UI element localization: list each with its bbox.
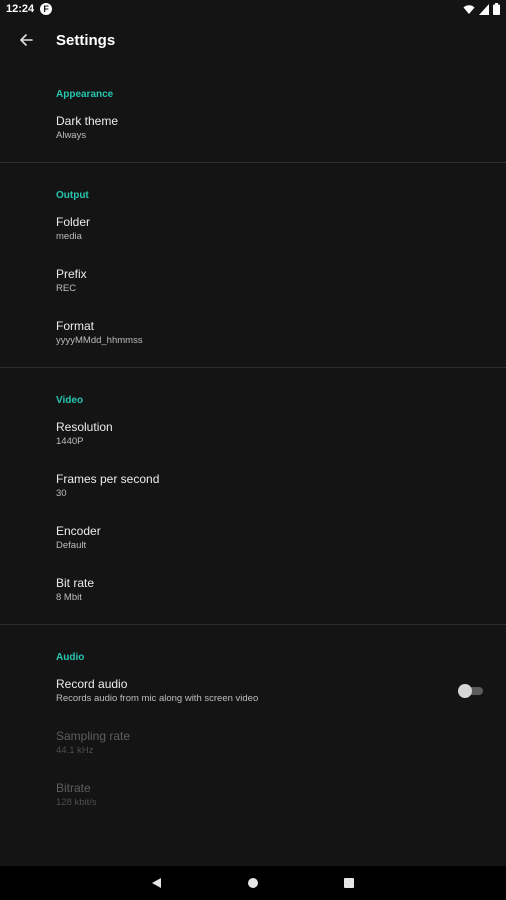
- pref-title: Folder: [56, 215, 91, 229]
- section-audio: Audio Record audio Records audio from mi…: [0, 625, 506, 829]
- status-icons: [463, 3, 500, 15]
- recents-square-icon: [344, 878, 354, 888]
- pref-title: Bitrate: [56, 781, 91, 795]
- home-circle-icon: [248, 878, 258, 888]
- back-triangle-icon: [152, 878, 161, 888]
- nav-back-button[interactable]: [145, 871, 169, 895]
- pref-summary: media: [56, 231, 82, 242]
- record-audio-toggle[interactable]: [458, 684, 484, 698]
- pref-title: Prefix: [56, 267, 87, 281]
- pref-audio-bitrate: Bitrate 128 kbit/s: [0, 769, 506, 821]
- wifi-icon: [463, 4, 475, 14]
- section-header-appearance: Appearance: [56, 89, 114, 100]
- toggle-thumb: [458, 684, 472, 698]
- pref-folder[interactable]: Folder media: [0, 203, 506, 255]
- pref-resolution[interactable]: Resolution 1440P: [0, 408, 506, 460]
- pref-summary: 44.1 kHz: [56, 745, 94, 756]
- section-video: Video Resolution 1440P Frames per second…: [0, 368, 506, 625]
- pref-encoder[interactable]: Encoder Default: [0, 512, 506, 564]
- pref-summary: 128 kbit/s: [56, 797, 97, 808]
- pref-title: Record audio: [56, 677, 128, 691]
- section-appearance: Appearance Dark theme Always: [0, 62, 506, 163]
- pref-dark-theme[interactable]: Dark theme Always: [0, 102, 506, 154]
- pref-summary: 1440P: [56, 436, 84, 447]
- pref-summary: Always: [56, 130, 87, 141]
- back-button[interactable]: [0, 18, 52, 62]
- pref-format[interactable]: Format yyyyMMdd_hhmmss: [0, 307, 506, 359]
- cellular-icon: [479, 3, 489, 15]
- pref-record-audio[interactable]: Record audio Records audio from mic alon…: [0, 665, 506, 717]
- arrow-back-icon: [20, 34, 33, 46]
- pref-summary: Records audio from mic along with screen…: [56, 693, 259, 704]
- pref-summary: 8 Mbit: [56, 592, 82, 603]
- system-nav-bar: [0, 866, 506, 900]
- nav-recents-button[interactable]: [337, 871, 361, 895]
- pref-title: Frames per second: [56, 472, 160, 486]
- pref-title: Resolution: [56, 420, 113, 434]
- pref-summary: 30: [56, 488, 67, 499]
- page-title: Settings: [56, 31, 116, 49]
- pref-summary: yyyyMMdd_hhmmss: [56, 335, 143, 346]
- status-time: 12:24: [6, 3, 35, 15]
- pref-title: Encoder: [56, 524, 101, 538]
- pref-title: Sampling rate: [56, 729, 131, 743]
- status-bar: 12:24 F: [0, 0, 506, 18]
- toolbar: Settings: [0, 18, 506, 62]
- pref-frames-per-second[interactable]: Frames per second 30: [0, 460, 506, 512]
- pref-sampling-rate: Sampling rate 44.1 kHz: [0, 717, 506, 769]
- pref-prefix[interactable]: Prefix REC: [0, 255, 506, 307]
- pref-title: Format: [56, 319, 95, 333]
- settings-list: Appearance Dark theme Always Output Fold…: [0, 62, 506, 829]
- nav-home-button[interactable]: [241, 871, 265, 895]
- app-notification-icon: F: [40, 3, 53, 15]
- section-header-audio: Audio: [56, 652, 85, 663]
- section-header-video: Video: [56, 395, 84, 406]
- section-output: Output Folder media Prefix REC Format yy…: [0, 163, 506, 368]
- pref-bit-rate[interactable]: Bit rate 8 Mbit: [0, 564, 506, 616]
- pref-title: Bit rate: [56, 576, 95, 590]
- pref-summary: REC: [56, 283, 77, 294]
- battery-icon: [493, 3, 500, 15]
- pref-summary: Default: [56, 540, 87, 551]
- section-header-output: Output: [56, 190, 89, 201]
- pref-title: Dark theme: [56, 114, 119, 128]
